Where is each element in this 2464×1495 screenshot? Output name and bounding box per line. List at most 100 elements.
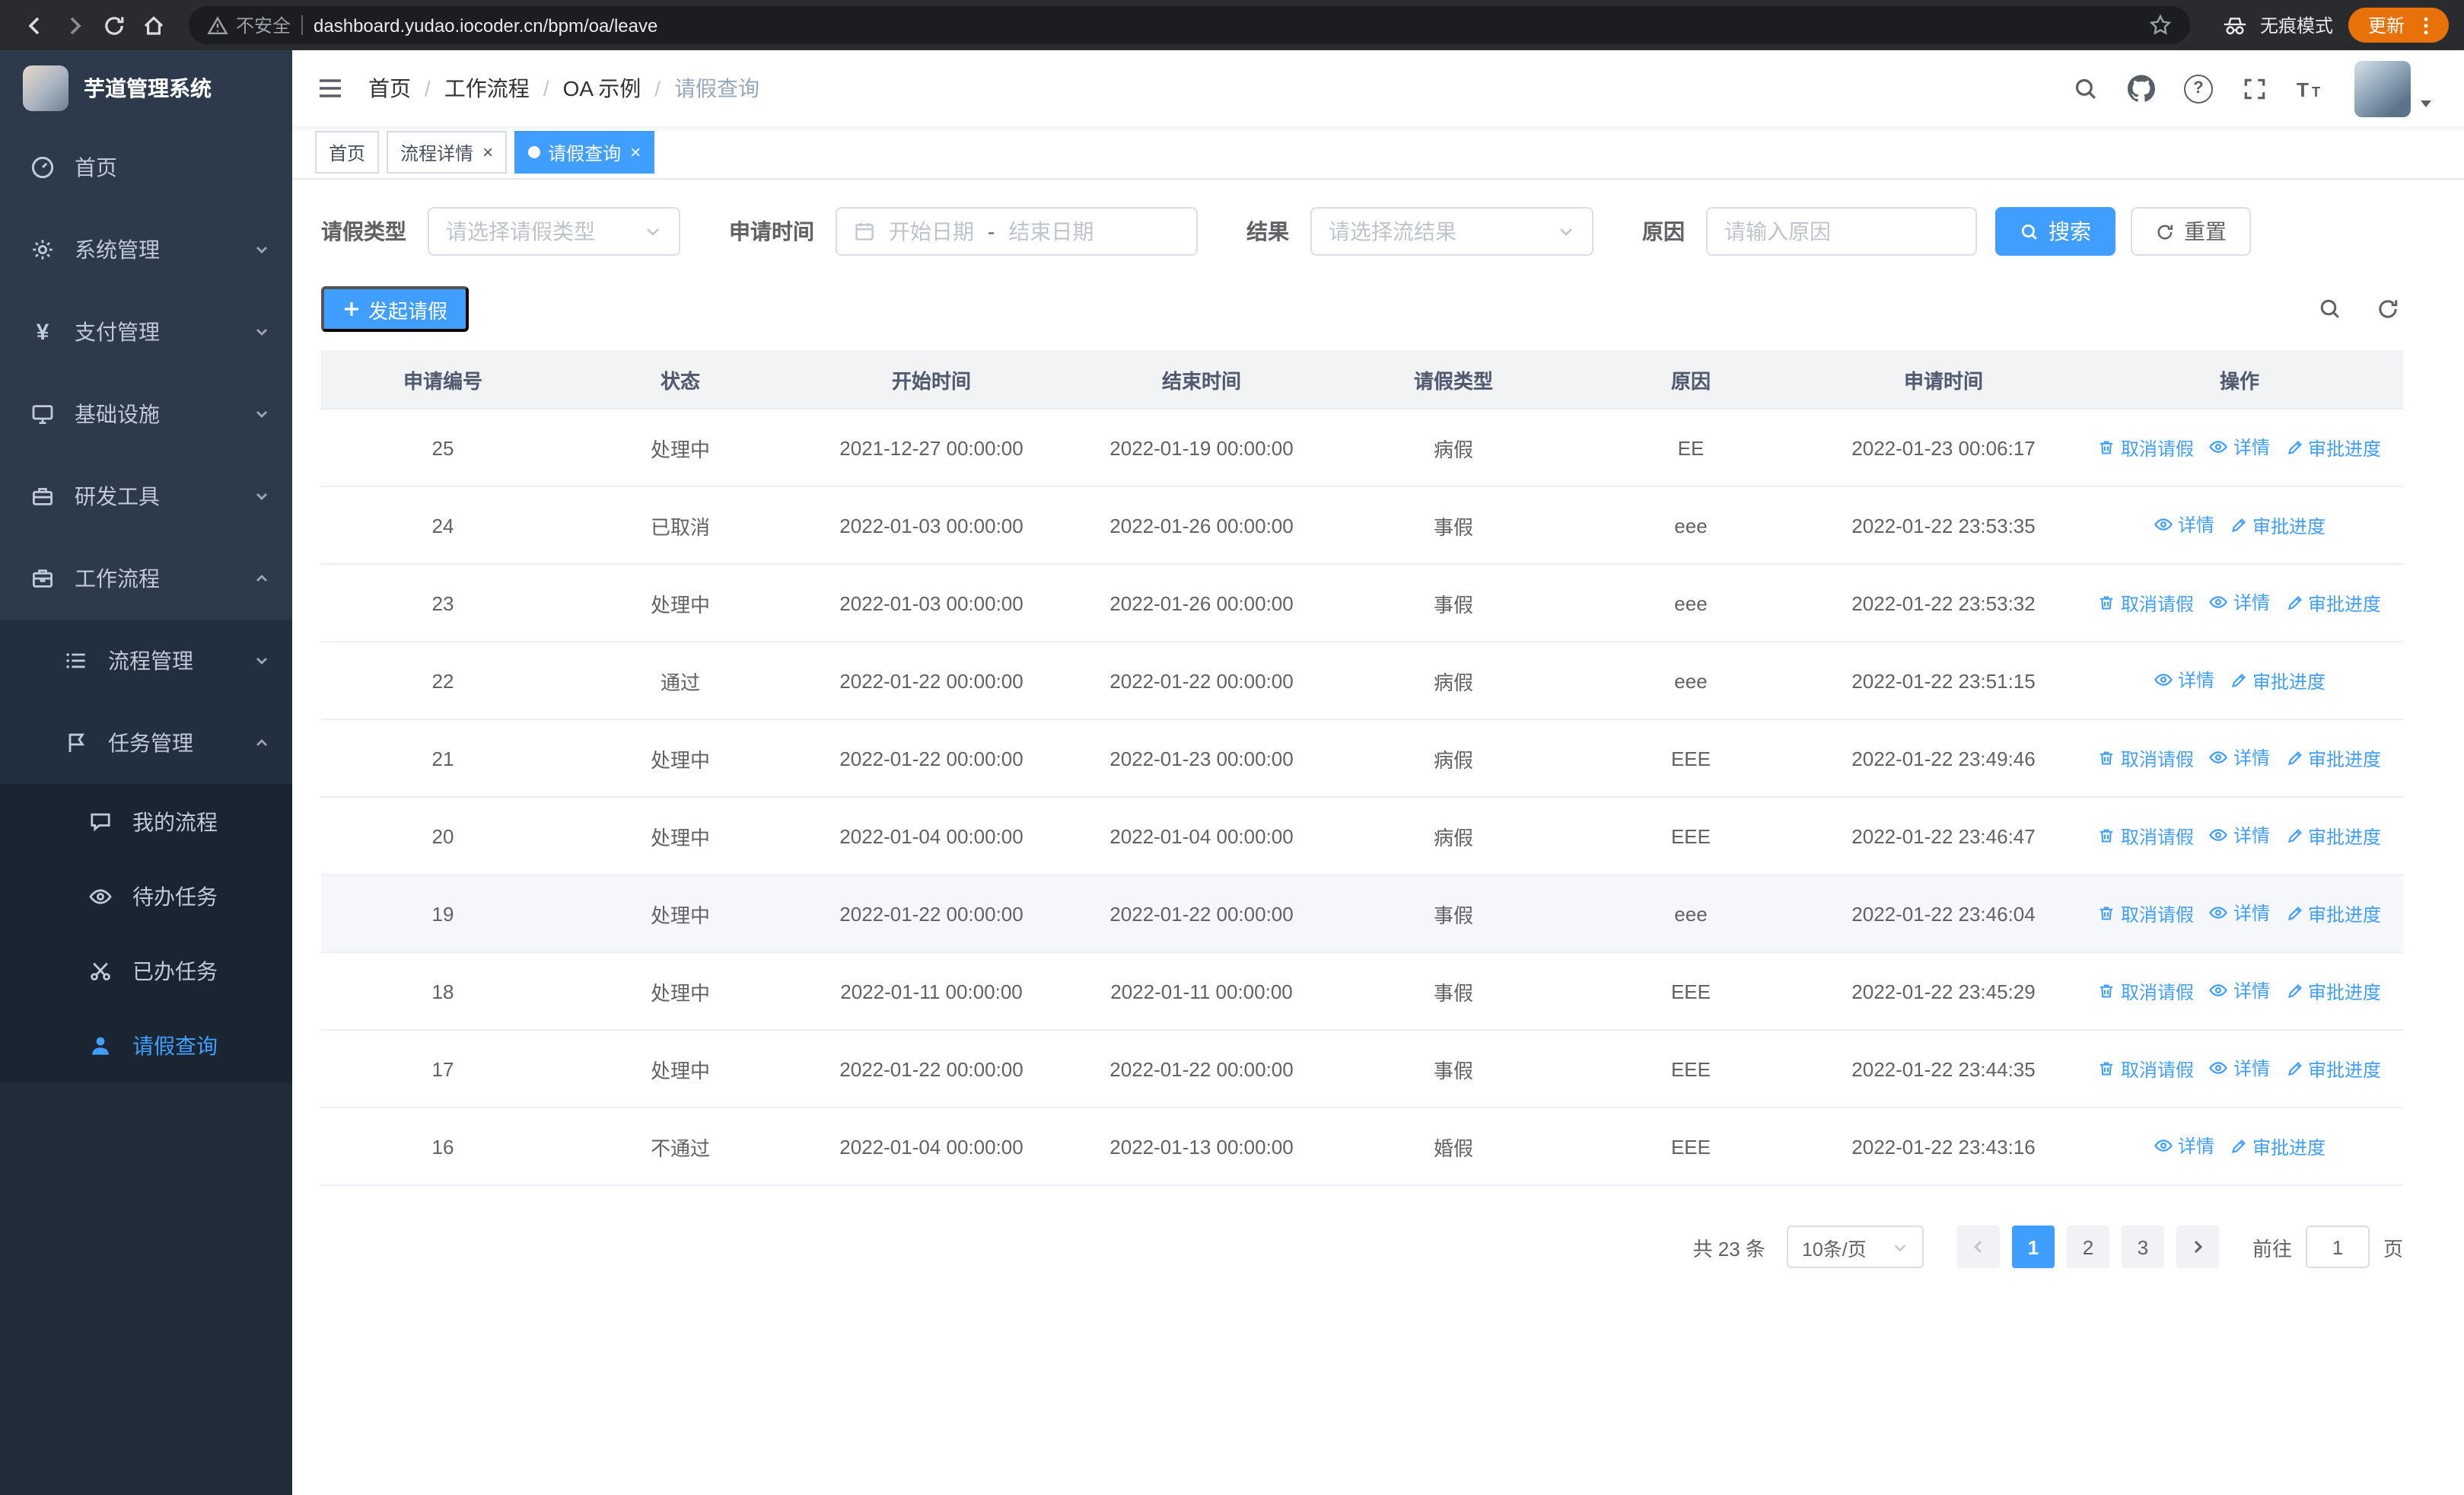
svg-text:T: T xyxy=(2312,84,2320,99)
page-size-select[interactable]: 10条/页 xyxy=(1786,1226,1924,1268)
leave-type-select[interactable]: 请选择请假类型 xyxy=(428,207,680,256)
detail-action-link[interactable]: 详情 xyxy=(2209,1055,2270,1081)
prev-page-button[interactable] xyxy=(1956,1226,2000,1268)
cancel-action-link[interactable]: 取消请假 xyxy=(2098,745,2194,771)
detail-action-link[interactable]: 详情 xyxy=(2209,589,2270,615)
tab-leave-query[interactable]: 请假查询 × xyxy=(514,131,655,174)
detail-action-link[interactable]: 详情 xyxy=(2154,512,2214,537)
create-leave-button[interactable]: 发起请假 xyxy=(321,286,470,332)
sidebar-item-payment[interactable]: ¥ 支付管理 xyxy=(0,291,292,373)
col-status: 状态 xyxy=(565,350,796,410)
detail-action-link[interactable]: 详情 xyxy=(2209,900,2270,926)
progress-action-link[interactable]: 审批进度 xyxy=(2285,901,2381,926)
date-range-picker[interactable]: 开始日期 - 结束日期 xyxy=(836,207,1198,256)
sidebar-item-leave-query[interactable]: 请假查询 xyxy=(0,1008,292,1082)
sidebar-item-done-tasks[interactable]: 已办任务 xyxy=(0,933,292,1008)
user-menu[interactable] xyxy=(2354,60,2434,116)
progress-action-link[interactable]: 审批进度 xyxy=(2230,512,2326,538)
security-chip[interactable]: 不安全 xyxy=(207,12,291,38)
cell-leave-type: 事假 xyxy=(1336,952,1571,1031)
help-icon[interactable]: ? xyxy=(2184,74,2213,103)
cell-actions: 详情 审批进度 xyxy=(2076,1108,2403,1186)
col-end-time: 结束时间 xyxy=(1067,350,1336,410)
sidebar-item-workflow[interactable]: 工作流程 xyxy=(0,537,292,620)
cancel-action-link[interactable]: 取消请假 xyxy=(2098,590,2194,616)
cancel-action-link[interactable]: 取消请假 xyxy=(2098,435,2194,461)
cancel-action-link[interactable]: 取消请假 xyxy=(2098,1056,2194,1082)
sidebar-item-process-mgmt[interactable]: 流程管理 xyxy=(0,620,292,702)
detail-action-link[interactable]: 详情 xyxy=(2209,744,2270,770)
result-select[interactable]: 请选择流结果 xyxy=(1310,207,1593,256)
reload-icon[interactable] xyxy=(94,5,134,45)
detail-action-link[interactable]: 详情 xyxy=(2209,977,2270,1003)
reason-input[interactable] xyxy=(1708,209,1975,254)
progress-action-link[interactable]: 审批进度 xyxy=(2230,1133,2326,1159)
progress-action-link[interactable]: 审批进度 xyxy=(2285,745,2381,771)
address-bar[interactable]: 不安全 dashboard.yudao.iocoder.cn/bpm/oa/le… xyxy=(189,6,2190,44)
sidebar-item-task-mgmt[interactable]: 任务管理 xyxy=(0,702,292,784)
detail-action-link[interactable]: 详情 xyxy=(2154,1133,2214,1159)
progress-action-link[interactable]: 审批进度 xyxy=(2230,668,2326,693)
progress-action-link[interactable]: 审批进度 xyxy=(2285,435,2381,461)
edit-icon xyxy=(2287,984,2301,998)
font-size-icon[interactable]: TT xyxy=(2297,75,2326,101)
sidebar-item-system[interactable]: 系统管理 xyxy=(0,209,292,291)
filter-leave-type: 请假类型 请选择请假类型 xyxy=(321,207,680,256)
page-button-1[interactable]: 1 xyxy=(2011,1226,2055,1268)
progress-action-link[interactable]: 审批进度 xyxy=(2285,823,2381,849)
chat-icon xyxy=(88,809,113,834)
edit-icon xyxy=(2287,829,2301,843)
sidebar-item-infra[interactable]: 基础设施 xyxy=(0,373,292,455)
update-button[interactable]: 更新 xyxy=(2348,8,2449,43)
search-icon[interactable] xyxy=(2073,75,2099,101)
tab-home[interactable]: 首页 xyxy=(315,131,380,174)
refresh-table-icon[interactable] xyxy=(2376,297,2400,321)
breadcrumb-home[interactable]: 首页 xyxy=(368,73,411,104)
detail-action-link[interactable]: 详情 xyxy=(2209,434,2270,460)
forward-icon[interactable] xyxy=(55,5,94,45)
cell-end-time: 2022-01-26 00:00:00 xyxy=(1067,564,1336,642)
sidebar-item-home[interactable]: 首页 xyxy=(0,126,292,209)
url-text[interactable]: dashboard.yudao.iocoder.cn/bpm/oa/leave xyxy=(314,14,2138,36)
incognito-badge[interactable]: 无痕模式 xyxy=(2220,11,2333,40)
tab-process-detail[interactable]: 流程详情 × xyxy=(387,131,508,174)
sidebar-item-todo-tasks[interactable]: 待办任务 xyxy=(0,859,292,933)
breadcrumb-workflow[interactable]: 工作流程 xyxy=(444,73,530,104)
progress-action-link[interactable]: 审批进度 xyxy=(2285,1056,2381,1082)
cell-reason: EEE xyxy=(1571,1030,1811,1108)
edit-icon xyxy=(2232,674,2246,687)
home-icon[interactable] xyxy=(134,5,173,45)
cell-leave-type: 事假 xyxy=(1336,486,1571,565)
detail-action-link[interactable]: 详情 xyxy=(2209,822,2270,848)
progress-action-link[interactable]: 审批进度 xyxy=(2285,978,2381,1004)
sidebar-item-devtools[interactable]: 研发工具 xyxy=(0,455,292,537)
sidebar-filler xyxy=(0,1082,292,1495)
bookmark-star-icon[interactable] xyxy=(2149,14,2172,37)
cancel-action-link[interactable]: 取消请假 xyxy=(2098,823,2194,849)
reset-button[interactable]: 重置 xyxy=(2131,207,2251,256)
cell-apply-time: 2022-01-22 23:49:46 xyxy=(1811,719,2076,798)
cell-status: 处理中 xyxy=(565,875,796,953)
toggle-search-icon[interactable] xyxy=(2318,297,2342,321)
search-button[interactable]: 搜索 xyxy=(1995,207,2115,256)
cancel-action-link[interactable]: 取消请假 xyxy=(2098,978,2194,1004)
github-icon[interactable] xyxy=(2128,75,2155,102)
collapse-sidebar-icon[interactable] xyxy=(292,75,368,102)
avatar[interactable] xyxy=(2354,60,2411,116)
chevron-down-icon xyxy=(254,489,269,504)
cell-leave-type: 病假 xyxy=(1336,719,1571,798)
back-icon[interactable] xyxy=(15,5,55,45)
page-button-2[interactable]: 2 xyxy=(2066,1226,2109,1268)
cell-end-time: 2022-01-22 00:00:00 xyxy=(1067,1030,1336,1108)
next-page-button[interactable] xyxy=(2176,1226,2219,1268)
goto-page-input[interactable] xyxy=(2305,1226,2370,1268)
page-button-3[interactable]: 3 xyxy=(2121,1226,2164,1268)
sidebar-item-my-process[interactable]: 我的流程 xyxy=(0,784,292,859)
close-icon[interactable]: × xyxy=(630,143,641,161)
progress-action-link[interactable]: 审批进度 xyxy=(2285,590,2381,616)
detail-action-link[interactable]: 详情 xyxy=(2154,667,2214,693)
fullscreen-icon[interactable] xyxy=(2242,75,2268,101)
app-logo[interactable]: 芋道管理系统 xyxy=(0,50,292,126)
close-icon[interactable]: × xyxy=(482,143,493,161)
cancel-action-link[interactable]: 取消请假 xyxy=(2098,901,2194,926)
